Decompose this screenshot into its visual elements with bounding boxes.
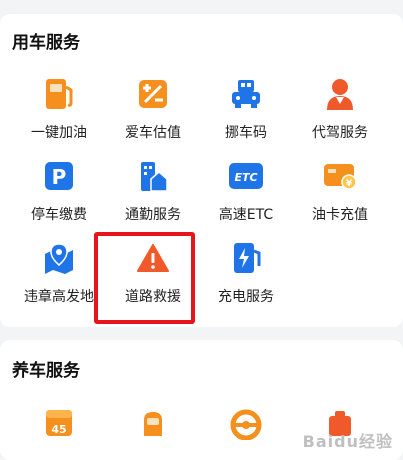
charging-icon bbox=[228, 240, 264, 276]
chauffeur-icon bbox=[322, 76, 358, 112]
car-wash-icon bbox=[136, 406, 170, 440]
service-charging-label: 充电服务 bbox=[218, 289, 274, 305]
svg-text:ETC: ETC bbox=[234, 171, 257, 184]
commute-icon bbox=[135, 158, 171, 194]
svg-text:45: 45 bbox=[51, 423, 66, 436]
service-fuel-card[interactable]: ¥ 油卡充值 bbox=[290, 158, 390, 240]
service-valuation[interactable]: 爱车估值 bbox=[103, 76, 203, 158]
service-move-car-label: 挪车码 bbox=[225, 125, 267, 141]
service-etc-label: 高速ETC bbox=[218, 207, 274, 223]
service-charging[interactable]: 充电服务 bbox=[196, 240, 296, 322]
service-move-car[interactable]: 挪车码 bbox=[196, 76, 296, 158]
service-commute-label: 通勤服务 bbox=[125, 207, 181, 223]
service-valuation-label: 爱车估值 bbox=[125, 125, 181, 141]
parking-icon: P bbox=[41, 158, 77, 194]
steering-wheel-icon bbox=[229, 406, 263, 441]
maintenance-services-card: 养车服务 45 Baidu经验 bbox=[0, 340, 403, 460]
etc-icon: ETC bbox=[228, 158, 264, 194]
service-fuel-card-label: 油卡充值 bbox=[312, 207, 368, 223]
section-title-car-services: 用车服务 bbox=[12, 33, 80, 53]
service-etc[interactable]: ETC 高速ETC bbox=[196, 158, 296, 240]
watermark: Baidu经验 bbox=[302, 432, 393, 451]
svg-text:P: P bbox=[52, 165, 67, 189]
service-chauffeur-label: 代驾服务 bbox=[312, 125, 368, 141]
maintenance-item-1[interactable]: 45 bbox=[9, 406, 109, 446]
service-chauffeur[interactable]: 代驾服务 bbox=[290, 76, 390, 158]
service-fuel-label: 一键加油 bbox=[31, 125, 87, 141]
maintenance-item-2[interactable] bbox=[103, 406, 203, 446]
svg-text:¥: ¥ bbox=[346, 179, 353, 189]
service-parking[interactable]: P 停车缴费 bbox=[9, 158, 109, 240]
fuel-pump-icon bbox=[41, 76, 77, 112]
valuation-icon bbox=[135, 76, 171, 112]
move-car-code-icon bbox=[228, 76, 264, 112]
car-services-card: 用车服务 一键加油 爱车估值 挪车码 代驾服务 P 停车缴费 通勤服务 ETC … bbox=[0, 14, 403, 327]
section-title-maintenance: 养车服务 bbox=[12, 361, 80, 381]
service-parking-label: 停车缴费 bbox=[31, 207, 87, 223]
service-commute[interactable]: 通勤服务 bbox=[103, 158, 203, 240]
violation-map-icon bbox=[41, 240, 77, 276]
highlight-box bbox=[94, 232, 195, 324]
maintenance-item-3[interactable] bbox=[196, 406, 296, 446]
calendar-icon: 45 bbox=[42, 406, 76, 440]
fuel-card-icon: ¥ bbox=[322, 158, 358, 194]
service-fuel[interactable]: 一键加油 bbox=[9, 76, 109, 158]
